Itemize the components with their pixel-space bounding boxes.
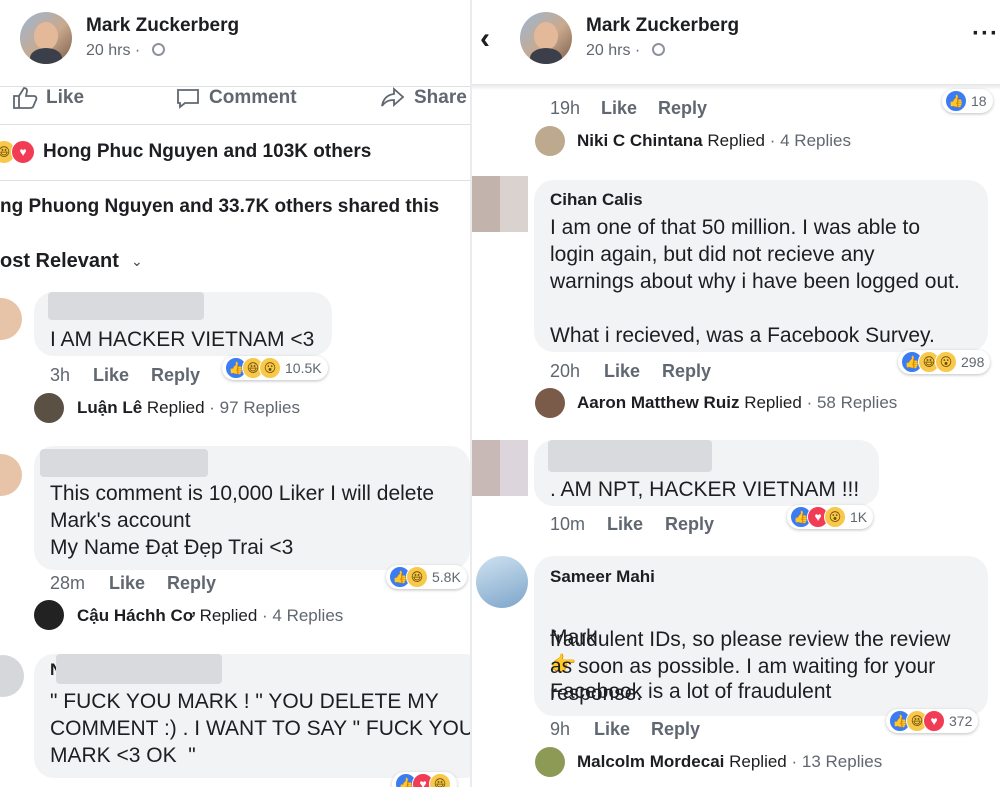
- blurred-avatar[interactable]: [472, 176, 528, 232]
- commenter-name[interactable]: Sameer Mahi: [550, 567, 655, 587]
- comment-time: 10m: [550, 514, 586, 534]
- comment-text: fraudulent IDs, so please review the rev…: [550, 628, 951, 705]
- back-chevron-icon[interactable]: ‹: [480, 22, 490, 56]
- comment-text: I AM HACKER VIETNAM <3: [50, 328, 315, 351]
- replier-avatar[interactable]: [535, 388, 565, 418]
- comment-reply-button[interactable]: Reply: [651, 719, 700, 740]
- replier-avatar[interactable]: [535, 747, 565, 777]
- post-time: 20 hrs ·: [586, 42, 641, 59]
- haha-reaction-icon: 😆: [429, 773, 451, 787]
- comment-time: 20h: [550, 361, 581, 381]
- comment-reactions[interactable]: 👍 18: [942, 89, 993, 113]
- blurred-commenter-name: [56, 654, 222, 684]
- comment-like-button[interactable]: Like: [594, 719, 630, 740]
- comment-like-button[interactable]: Like: [601, 98, 637, 119]
- replies-link[interactable]: Luận Lê Replied · 97 Replies: [77, 398, 300, 418]
- post-time: 20 hrs ·: [86, 42, 141, 59]
- replier-avatar[interactable]: [34, 600, 64, 630]
- reactions-text: Hong Phuc Nguyen and 103K others: [43, 141, 372, 162]
- comment-time: 3h: [50, 365, 71, 385]
- right-screenshot-panel: ‹ Mark Zuckerberg 20 hrs · ··· 19h Like …: [472, 0, 1000, 787]
- globe-icon: [652, 43, 665, 56]
- comment-like-button[interactable]: Like: [93, 365, 129, 386]
- share-arrow-icon: [381, 87, 405, 108]
- more-options-icon[interactable]: ···: [972, 20, 999, 48]
- wow-reaction-icon: 😮: [824, 506, 846, 528]
- replies-link[interactable]: Niki C Chintana Replied · 4 Replies: [577, 131, 851, 151]
- divider: [0, 124, 470, 125]
- comment-like-button[interactable]: Like: [607, 514, 643, 535]
- thumbs-up-icon: [13, 87, 38, 109]
- commenter-avatar[interactable]: [476, 556, 528, 608]
- comment-time: 9h: [550, 719, 571, 739]
- reactions-summary[interactable]: 😆 ♥ Hong Phuc Nguyen and 103K others: [0, 140, 371, 164]
- haha-reaction-icon: 😆: [406, 566, 428, 588]
- love-icon: ♥: [11, 140, 35, 164]
- author-name[interactable]: Mark Zuckerberg: [586, 15, 739, 37]
- comment-reactions[interactable]: 👍 ♥ 😆: [392, 772, 457, 787]
- comment-text: I am one of that 50 million. I was able …: [550, 216, 960, 347]
- sort-label: ost Relevant: [0, 250, 119, 272]
- blurred-commenter-name: [40, 449, 208, 477]
- like-action-button[interactable]: Like: [12, 86, 84, 110]
- divider: [0, 180, 470, 181]
- share-action-button[interactable]: Share: [380, 86, 467, 110]
- globe-icon: [152, 43, 165, 56]
- comment-reactions[interactable]: 👍 😆 5.8K: [386, 565, 467, 589]
- commenter-avatar[interactable]: [0, 655, 24, 697]
- comment-action-button[interactable]: Comment: [175, 86, 297, 110]
- comment-like-button[interactable]: Like: [109, 573, 145, 594]
- commenter-avatar[interactable]: [0, 298, 22, 340]
- blurred-commenter-name: [48, 292, 204, 320]
- comment-reply-button[interactable]: Reply: [151, 365, 200, 386]
- like-reaction-icon: 👍: [945, 90, 967, 112]
- replies-link[interactable]: Cậu Háchh Cơ Replied · 4 Replies: [77, 606, 343, 626]
- love-reaction-icon: ♥: [923, 710, 945, 732]
- author-name[interactable]: Mark Zuckerberg: [86, 15, 239, 37]
- comment-reply-button[interactable]: Reply: [658, 98, 707, 119]
- sort-dropdown[interactable]: ost Relevant ⌄: [0, 250, 143, 273]
- header-shadow: [472, 84, 1000, 90]
- chevron-down-icon: ⌄: [130, 253, 143, 269]
- comment-like-button[interactable]: Like: [604, 361, 640, 382]
- replies-link[interactable]: Aaron Matthew Ruiz Replied · 58 Replies: [577, 393, 897, 413]
- comment-bubble-icon: [177, 89, 199, 109]
- comment-reply-button[interactable]: Reply: [662, 361, 711, 382]
- commenter-name[interactable]: Cihan Calis: [550, 190, 643, 210]
- commenter-avatar[interactable]: [0, 454, 22, 496]
- mark-avatar[interactable]: [20, 12, 72, 64]
- comment-text: " FUCK YOU MARK ! " YOU DELETE MY COMMEN…: [50, 690, 470, 767]
- comment-text: This comment is 10,000 Liker I will dele…: [50, 482, 434, 559]
- blurred-commenter-name: [548, 440, 712, 472]
- blurred-avatar[interactable]: [472, 440, 528, 496]
- shares-summary[interactable]: ng Phuong Nguyen and 33.7K others shared…: [0, 196, 439, 218]
- comment-reactions[interactable]: 👍 ♥ 😮 1K: [787, 505, 874, 529]
- wow-reaction-icon: 😮: [935, 351, 957, 373]
- replies-link[interactable]: Malcolm Mordecai Replied · 13 Replies: [577, 752, 882, 772]
- wow-reaction-icon: 😮: [259, 357, 281, 379]
- comment-reply-button[interactable]: Reply: [665, 514, 714, 535]
- comment-time: 28m: [50, 573, 86, 593]
- comment-reactions[interactable]: 👍 😆 😮 298: [898, 350, 991, 374]
- left-screenshot-panel: Mark Zuckerberg 20 hrs · Like Comment Sh…: [0, 0, 470, 787]
- comment-text: . AM NPT, HACKER VIETNAM !!!: [550, 478, 860, 501]
- comment-reply-button[interactable]: Reply: [167, 573, 216, 594]
- comment-reactions[interactable]: 👍 😆 😮 10.5K: [222, 356, 328, 380]
- mark-avatar[interactable]: [520, 12, 572, 64]
- comment-reactions[interactable]: 👍 😆 ♥ 372: [886, 709, 979, 733]
- replier-avatar[interactable]: [535, 126, 565, 156]
- replier-avatar[interactable]: [34, 393, 64, 423]
- comment-time: 19h: [550, 98, 581, 118]
